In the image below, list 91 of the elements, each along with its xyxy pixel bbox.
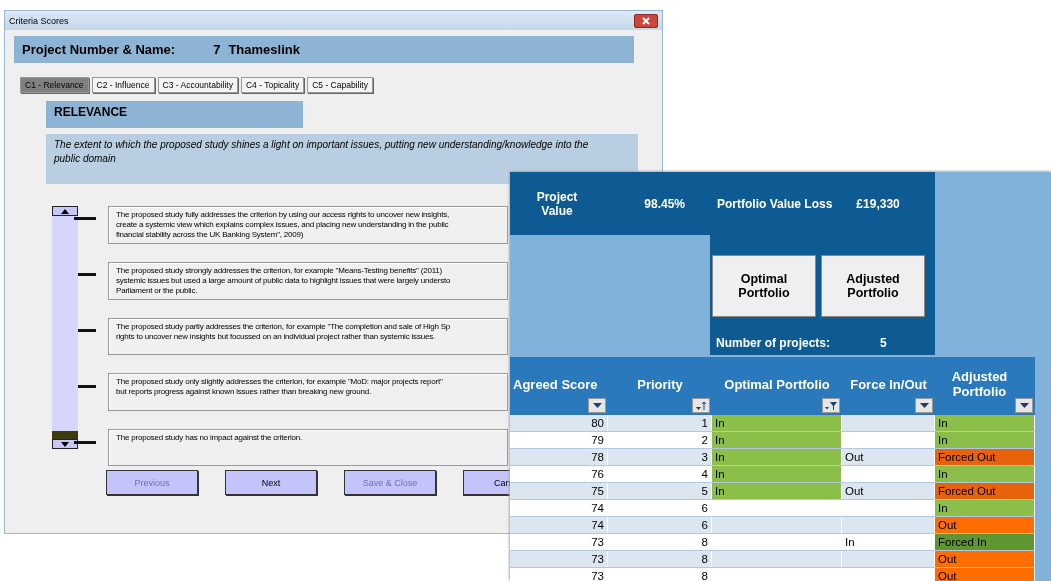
tick-mark — [78, 385, 96, 388]
option-text: create a systemic view which explains complex issues, and placing new understanding in the public — [116, 220, 449, 230]
tick-mark — [74, 217, 96, 220]
criterion-tab[interactable]: C1 - Relevance — [20, 77, 89, 93]
header-label: Adjusted Portfolio — [950, 369, 1009, 399]
option-box[interactable]: The proposed study partly addresses the criterion, for example "The completion and sale of High Sp rights to uncover new insights but focussed on an individual project rather than systemic issues. — [108, 318, 508, 356]
filter-button[interactable] — [692, 398, 710, 413]
filter-icon — [824, 400, 838, 411]
option-text: The proposed study has no impact against the criterion. — [116, 432, 302, 443]
tick-mark — [78, 273, 96, 276]
table-cell: 74 — [510, 500, 608, 516]
option-box[interactable]: The proposed study has no impact against the criterion. — [108, 428, 508, 466]
table-cell: In — [935, 500, 1035, 516]
portfolio-button[interactable]: Adjusted Portfolio — [821, 255, 925, 317]
project-value: 98.45% — [643, 196, 685, 211]
option-text: The proposed study partly addresses the criterion, for example "The completion and sale of High Sp — [116, 322, 451, 332]
tick-mark — [74, 441, 96, 444]
option-box[interactable] — [108, 206, 508, 244]
table-cell: In — [712, 432, 842, 448]
tick-mark — [78, 329, 96, 332]
table-cell: In — [935, 432, 1035, 448]
table-cell: In — [712, 466, 842, 482]
table-cell: 79 — [510, 432, 608, 448]
header-label: Optimal Portfolio — [723, 376, 831, 392]
dialog-button[interactable]: Can — [463, 470, 510, 495]
table-cell: In — [935, 466, 1035, 482]
sort-icon — [695, 400, 707, 411]
slider-thumb[interactable] — [52, 431, 78, 439]
table-cell: 73 — [510, 568, 608, 581]
project-value-label: Project Value — [535, 189, 579, 218]
table-cell: 76 — [510, 466, 608, 482]
dropdown-icon — [592, 403, 602, 408]
header-label: Force In/Out — [849, 376, 928, 392]
table-cell: 8 — [608, 551, 712, 567]
filter-button[interactable] — [822, 398, 840, 413]
header-label: Agreed Score — [512, 376, 599, 392]
project-number: 7 — [213, 42, 221, 57]
section-title: RELEVANCE — [46, 101, 303, 128]
dialog-button[interactable]: Next — [225, 470, 317, 495]
criterion-tab[interactable]: C5 - Capability — [307, 77, 373, 93]
project-label: Project Number & Name: — [22, 42, 176, 57]
table-cell: 8 — [608, 568, 712, 581]
count-label: Number of projects: — [716, 336, 830, 350]
option-text: The proposed study only slightly addresses the criterion, for example "MoD: major projects report" — [116, 377, 443, 388]
window-title: Criteria Scores — [9, 15, 69, 26]
filter-button[interactable] — [915, 398, 933, 413]
table-cell: Out — [935, 568, 1035, 581]
table-cell: 78 — [510, 449, 608, 465]
filter-button[interactable] — [588, 398, 606, 413]
option-text: The proposed study strongly addresses the criterion, for example "Means-Testing benefits" (2011) — [116, 266, 443, 276]
table-cell: 80 — [510, 415, 608, 431]
table-cell: In — [712, 449, 842, 465]
close-icon — [641, 16, 651, 25]
table-cell: Out — [935, 551, 1035, 567]
score-slider[interactable] — [52, 206, 78, 449]
loss-label: Portfolio Value Loss — [717, 196, 833, 211]
dropdown-icon — [919, 403, 929, 408]
project-name: Thameslink — [228, 42, 300, 57]
option-text: systemic issues but used a large amount of public data to highlight issues that were largely understo — [116, 276, 451, 286]
table-cell: 75 — [510, 483, 608, 499]
close-button[interactable] — [634, 13, 658, 28]
option-text: but reports progress against known issues rather than breaking new ground. — [116, 387, 372, 398]
table-cell: Out — [935, 517, 1035, 533]
loss-value: £19,330 — [856, 196, 900, 211]
count-value: 5 — [880, 336, 887, 350]
option-box[interactable] — [108, 262, 508, 300]
table-cell: Forced Out — [935, 483, 1035, 499]
table-cell: In — [712, 483, 842, 499]
table-cell: 6 — [608, 500, 712, 516]
table-cell: 8 — [608, 534, 712, 550]
filter-button[interactable] — [1015, 398, 1033, 413]
criterion-tab[interactable]: C3 - Accountability — [157, 77, 238, 93]
table-cell: In — [712, 415, 842, 431]
table-cell: 6 — [608, 517, 712, 533]
table-cell: Forced Out — [935, 449, 1035, 465]
criterion-tab[interactable]: C4 - Topicality — [240, 77, 305, 93]
option-text: Parliament or the public. — [116, 286, 198, 296]
dropdown-icon — [1019, 403, 1029, 408]
option-text: rights to uncover new insights but focussed on an individual project rather than systemic issues. — [116, 332, 435, 342]
criterion-description: The extent to which the proposed study shines a light on important issues, putting new understanding/knowledge into the public domain — [46, 134, 638, 184]
header-label: Priority — [636, 376, 684, 392]
option-box[interactable]: The proposed study only slightly addresses the criterion, for example "MoD: major projects report" but reports progress against known issues rather than breaking new ground. — [108, 373, 508, 411]
table-cell: Forced In — [935, 534, 1035, 550]
table-cell: 74 — [510, 517, 608, 533]
criterion-tab[interactable]: C2 - Influence — [91, 77, 155, 93]
option-text: The proposed study fully addresses the criterion by using our access rights to uncover new insights, — [116, 210, 450, 220]
portfolio-button[interactable]: Optimal Portfolio — [712, 255, 816, 317]
table-cell: In — [935, 415, 1035, 431]
option-text: financial stability across the UK Banking System", 2009) — [116, 230, 304, 240]
table-cell: 73 — [510, 551, 608, 567]
table-cell: 73 — [510, 534, 608, 550]
